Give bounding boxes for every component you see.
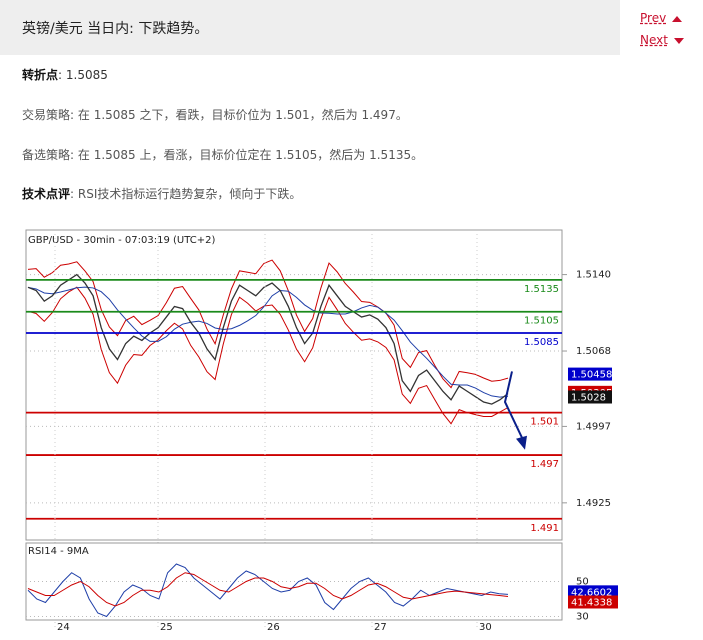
main-chart-title: GBP/USD - 30min - 07:03:19 (UTC+2) xyxy=(28,235,215,246)
x-tick-label: 27 xyxy=(374,622,387,633)
y-tick-label: 1.4997 xyxy=(576,421,611,432)
rsi-tag-label: 41.4338 xyxy=(571,597,612,608)
level-label-1-5135: 1.5135 xyxy=(524,284,559,295)
price-chart: GBP/USD - 30min - 07:03:19 (UTC+2) 1.5140… xyxy=(25,229,618,633)
price-tag-label: 1.5028 xyxy=(571,392,606,403)
y-tick-label: 1.4925 xyxy=(576,498,611,509)
y-tick-label: 1.5068 xyxy=(576,346,611,357)
x-tick-label: 30 xyxy=(479,622,492,633)
x-tick-label: 25 xyxy=(160,622,173,633)
rsi-title: RSI14 - 9MA xyxy=(28,546,89,557)
x-tick-label: 26 xyxy=(267,622,280,633)
level-label-1-5085: 1.5085 xyxy=(524,337,559,348)
rsi-panel: RSI14 - 9MA503042.660241.4338 xyxy=(25,542,618,623)
y-tick-label: 1.5140 xyxy=(576,270,611,281)
level-label-1-497: 1.497 xyxy=(530,459,559,470)
main-plot-area xyxy=(25,229,563,541)
level-label-1-501: 1.501 xyxy=(530,417,559,428)
price-tag-label: 1.50458 xyxy=(571,370,612,381)
rsi-tick-label: 30 xyxy=(576,612,589,623)
level-label-1-491: 1.491 xyxy=(530,523,559,534)
level-label-1-5105: 1.5105 xyxy=(524,316,559,327)
x-tick-label: 24 xyxy=(57,622,70,633)
